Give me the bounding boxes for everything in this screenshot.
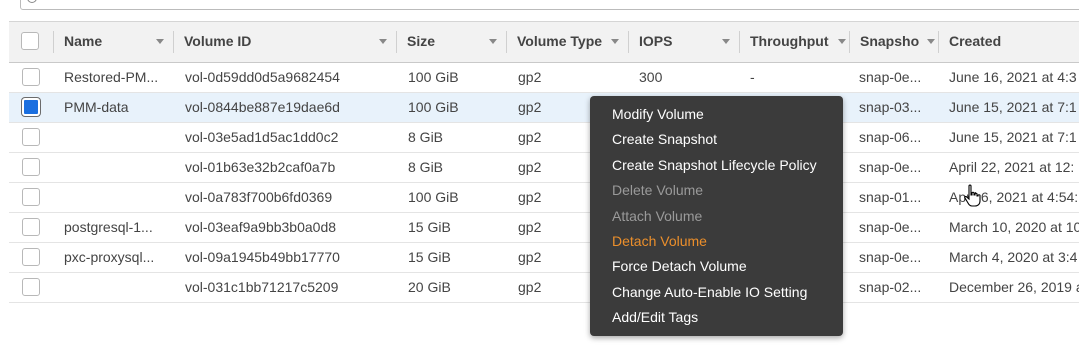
cell-size: 8 GiB xyxy=(408,159,444,175)
cell-created: December 26, 2019 a xyxy=(949,279,1079,295)
row-checkbox[interactable] xyxy=(22,158,40,176)
sort-caret-icon[interactable] xyxy=(156,39,164,44)
cell-name: postgresql-1... xyxy=(64,219,153,235)
column-label: Volume ID xyxy=(184,33,252,49)
sort-caret-icon[interactable] xyxy=(722,39,730,44)
cell-name xyxy=(64,153,169,182)
menu-item-modify-volume[interactable]: Modify Volume xyxy=(612,104,704,124)
sort-caret-icon[interactable] xyxy=(927,39,935,44)
table-row[interactable]: pxc-proxysql... vol-09a1945b49bb17770 15 G… xyxy=(9,243,1079,273)
header-checkbox-cell xyxy=(9,22,54,62)
cell-throughput: - xyxy=(750,69,755,85)
cell-name: PMM-data xyxy=(64,99,129,115)
table-row[interactable]: vol-0a783f700b6fd0369 100 GiB gp2 snap-01..… xyxy=(9,183,1079,213)
cell-created: April 22, 2021 at 12: xyxy=(949,159,1075,175)
menu-item-delete-volume[interactable]: Delete Volume xyxy=(612,180,703,200)
table-row[interactable]: vol-03e5ad1d5ac1dd0c2 8 GiB gp2 snap-06... J… xyxy=(9,123,1079,153)
cell-snapshot: snap-02... xyxy=(859,279,922,295)
column-header-volume-type[interactable]: Volume Type xyxy=(507,22,629,62)
cell-name xyxy=(64,273,169,302)
cell-snapshot: snap-0e... xyxy=(859,69,922,85)
table-row[interactable]: Restored-PM... vol-0d59dd0d5a9682454 100 G… xyxy=(9,63,1079,93)
sort-caret-icon[interactable] xyxy=(489,39,497,44)
cell-snapshot: snap-03... xyxy=(859,99,922,115)
row-checkbox[interactable] xyxy=(22,128,40,146)
sort-caret-icon[interactable] xyxy=(611,39,619,44)
sort-caret-icon[interactable] xyxy=(838,39,846,44)
column-header-snapshot[interactable]: Snapsho xyxy=(850,22,939,62)
cell-volume-id: vol-0844be887e19dae6d xyxy=(185,99,340,115)
cell-snapshot: snap-01... xyxy=(859,189,922,205)
cell-size: 20 GiB xyxy=(408,279,451,295)
cell-volume-id: vol-09a1945b49bb17770 xyxy=(185,249,340,265)
menu-item-change-auto-enable-io-setting[interactable]: Change Auto-Enable IO Setting xyxy=(612,282,807,302)
row-checkbox[interactable] xyxy=(22,248,40,266)
column-label: Name xyxy=(64,33,103,49)
cell-volume-id: vol-03eaf9a9bb3b0a0d8 xyxy=(185,219,337,235)
cell-created: March 4, 2020 at 3:4 xyxy=(949,249,1078,265)
column-label: IOPS xyxy=(639,33,673,49)
menu-item-detach-volume[interactable]: Detach Volume xyxy=(612,231,707,251)
menu-item-force-detach-volume[interactable]: Force Detach Volume xyxy=(612,256,747,276)
cell-name xyxy=(64,183,169,212)
row-checkbox[interactable] xyxy=(22,188,40,206)
table-header: Name Volume ID Size Volume Type IOPS Thr… xyxy=(9,21,1079,63)
row-checkbox[interactable] xyxy=(22,278,40,296)
menu-item-add-edit-tags[interactable]: Add/Edit Tags xyxy=(612,307,698,327)
cell-iops: 300 xyxy=(639,69,663,85)
cell-created: March 10, 2020 at 10 xyxy=(949,219,1079,235)
cell-snapshot: snap-0e... xyxy=(859,219,922,235)
sort-caret-icon[interactable] xyxy=(379,39,387,44)
column-header-created[interactable]: Created xyxy=(939,22,1079,62)
cell-snapshot: snap-06... xyxy=(859,129,922,145)
column-header-iops[interactable]: IOPS xyxy=(629,22,740,62)
cell-size: 100 GiB xyxy=(408,189,459,205)
cell-volume-id: vol-0a783f700b6fd0369 xyxy=(185,189,333,205)
search-icon xyxy=(27,0,37,3)
table-row[interactable]: vol-031c1bb71217c5209 20 GiB gp2 snap-02...… xyxy=(9,273,1079,303)
column-label: Created xyxy=(949,33,1002,49)
column-label: Snapsho xyxy=(860,33,920,49)
table-row[interactable]: postgresql-1... vol-03eaf9a9bb3b0a0d8 15 G… xyxy=(9,213,1079,243)
column-label: Volume Type xyxy=(517,33,603,49)
cell-volume-id: vol-03e5ad1d5ac1dd0c2 xyxy=(185,129,339,145)
column-header-size[interactable]: Size xyxy=(397,22,507,62)
cell-volume-id: vol-01b63e32b2caf0a7b xyxy=(185,159,336,175)
cell-volume-id: vol-0d59dd0d5a9682454 xyxy=(185,69,340,85)
cell-created: June 16, 2021 at 4:3 xyxy=(949,69,1077,85)
cell-name xyxy=(64,123,169,152)
menu-item-attach-volume[interactable]: Attach Volume xyxy=(612,206,702,226)
column-label: Size xyxy=(407,33,436,49)
hand-pointer-icon xyxy=(964,184,981,207)
column-header-volume-id[interactable]: Volume ID xyxy=(174,22,397,62)
row-checkbox[interactable] xyxy=(22,98,40,116)
cell-size: 8 GiB xyxy=(408,129,444,145)
menu-item-create-snapshot-lifecycle-policy[interactable]: Create Snapshot Lifecycle Policy xyxy=(612,155,817,175)
cell-name: pxc-proxysql... xyxy=(64,249,155,265)
cell-size: 100 GiB xyxy=(408,99,459,115)
menu-item-create-snapshot[interactable]: Create Snapshot xyxy=(612,129,717,149)
cell-volume-type: gp2 xyxy=(518,69,542,85)
cell-snapshot: snap-0e... xyxy=(859,159,922,175)
cell-size: 15 GiB xyxy=(408,219,451,235)
cell-size: 15 GiB xyxy=(408,249,451,265)
cell-snapshot: snap-0e... xyxy=(859,249,922,265)
cell-created: June 15, 2021 at 7:1 xyxy=(949,129,1077,145)
context-menu: Modify Volume Create Snapshot Create Snaps… xyxy=(590,96,843,336)
row-checkbox[interactable] xyxy=(22,218,40,236)
table-row[interactable]: vol-01b63e32b2caf0a7b 8 GiB gp2 snap-0e... A… xyxy=(9,153,1079,183)
column-header-name[interactable]: Name xyxy=(54,22,174,62)
cell-volume-id: vol-031c1bb71217c5209 xyxy=(185,279,339,295)
cell-name: Restored-PM... xyxy=(64,69,159,85)
cell-created: June 15, 2021 at 7:1 xyxy=(949,99,1077,115)
cell-size: 100 GiB xyxy=(408,69,459,85)
row-checkbox[interactable] xyxy=(22,68,40,86)
table-row[interactable]: PMM-data vol-0844be887e19dae6d 100 GiB gp2 s… xyxy=(9,93,1079,123)
column-label: Throughput xyxy=(750,33,829,49)
column-header-throughput[interactable]: Throughput xyxy=(740,22,850,62)
search-input[interactable] xyxy=(20,0,1079,10)
